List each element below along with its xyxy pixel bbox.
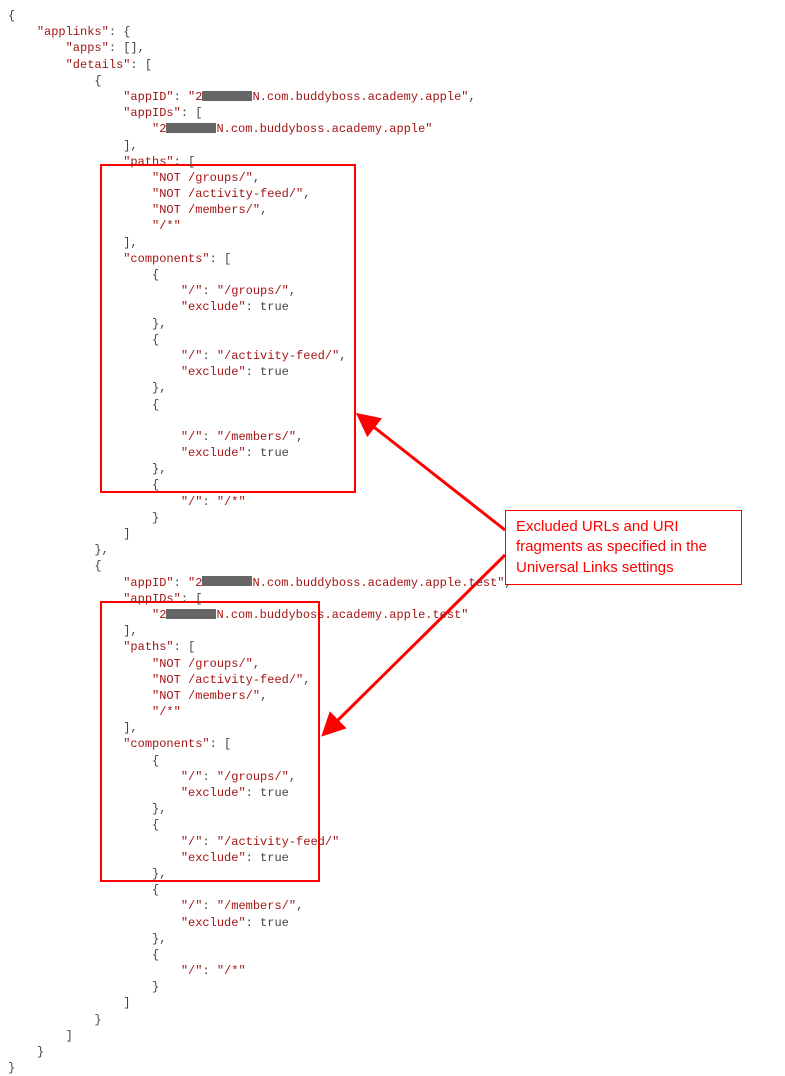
code-block: { "applinks": { "apps": [], "details": […: [8, 8, 512, 1076]
callout-text: Excluded URLs and URI fragments as speci…: [516, 518, 707, 576]
callout-box: Excluded URLs and URI fragments as speci…: [505, 510, 742, 585]
